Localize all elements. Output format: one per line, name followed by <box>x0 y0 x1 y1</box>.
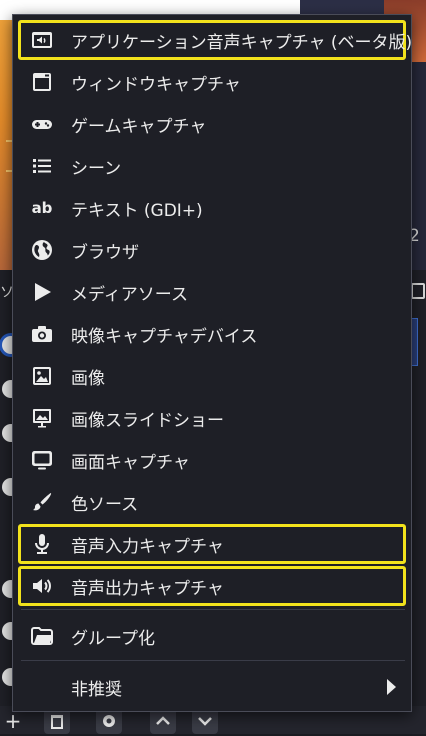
dock-float-icon[interactable] <box>411 283 425 299</box>
menu-item-label: 画像 <box>71 368 105 389</box>
add-source-menu: アプリケーション音声キャプチャ (ベータ版) ウィンドウキャプチャ ゲームキャプ… <box>12 14 412 712</box>
menu-item-label: グループ化 <box>71 628 155 649</box>
image-icon <box>30 364 54 388</box>
menu-item-window-capture[interactable]: ウィンドウキャプチャ <box>18 62 406 102</box>
menu-item-game-capture[interactable]: ゲームキャプチャ <box>18 104 406 144</box>
menu-item-application-audio-capture[interactable]: アプリケーション音声キャプチャ (ベータ版) <box>18 20 412 60</box>
menu-item-label: ブラウザ <box>71 242 139 263</box>
gamepad-icon <box>30 112 54 136</box>
menu-item-browser[interactable]: ブラウザ <box>18 230 406 270</box>
menu-item-label: アプリケーション音声キャプチャ (ベータ版) <box>71 32 413 53</box>
folder-icon <box>30 624 54 648</box>
dock-scrollbar[interactable] <box>411 318 418 366</box>
text-icon: ab <box>31 199 53 217</box>
monitor-icon <box>30 448 54 472</box>
menu-item-label: メディアソース <box>71 284 188 305</box>
menu-item-label: テキスト (GDI+) <box>71 200 203 221</box>
menu-item-image-slideshow[interactable]: 画像スライドショー <box>18 398 406 438</box>
menu-item-label: 色ソース <box>71 494 139 515</box>
play-icon <box>30 280 54 304</box>
menu-item-label: ゲームキャプチャ <box>71 116 207 137</box>
menu-item-audio-input-capture[interactable]: 音声入力キャプチャ <box>18 524 406 564</box>
scene-list-icon <box>30 154 54 178</box>
menu-item-media-source[interactable]: メディアソース <box>18 272 406 312</box>
slideshow-icon <box>30 406 54 430</box>
app-audio-capture-icon <box>30 28 54 52</box>
menu-item-label: 音声出力キャプチャ <box>71 578 224 599</box>
menu-item-label: 非推奨 <box>71 679 122 700</box>
menu-item-label: シーン <box>71 158 122 179</box>
menu-item-label: 映像キャプチャデバイス <box>71 326 258 347</box>
menu-item-scene[interactable]: シーン <box>18 146 406 186</box>
menu-item-group[interactable]: グループ化 <box>18 616 406 656</box>
menu-item-display-capture[interactable]: 画面キャプチャ <box>18 440 406 480</box>
window-capture-icon <box>30 70 54 94</box>
speaker-icon <box>30 574 54 598</box>
menu-item-label: 画像スライドショー <box>71 410 224 431</box>
menu-item-color-source[interactable]: 色ソース <box>18 482 406 522</box>
microphone-icon <box>30 532 54 556</box>
menu-item-label: 画面キャプチャ <box>71 452 190 473</box>
submenu-arrow-icon <box>387 679 396 695</box>
menu-separator <box>21 609 405 610</box>
menu-item-image[interactable]: 画像 <box>18 356 406 396</box>
menu-separator <box>21 660 405 661</box>
menu-item-label: 音声入力キャプチャ <box>71 536 224 557</box>
menu-item-video-capture-device[interactable]: 映像キャプチャデバイス <box>18 314 406 354</box>
menu-item-text-gdi[interactable]: ab テキスト (GDI+) <box>18 188 406 228</box>
menu-item-audio-output-capture[interactable]: 音声出力キャプチャ <box>18 566 406 606</box>
paint-brush-icon <box>30 490 54 514</box>
globe-icon <box>30 238 54 262</box>
menu-item-deprecated[interactable]: 非推奨 <box>18 667 406 707</box>
blank-icon <box>30 675 54 699</box>
camera-icon <box>30 322 54 346</box>
menu-item-label: ウィンドウキャプチャ <box>71 74 241 95</box>
